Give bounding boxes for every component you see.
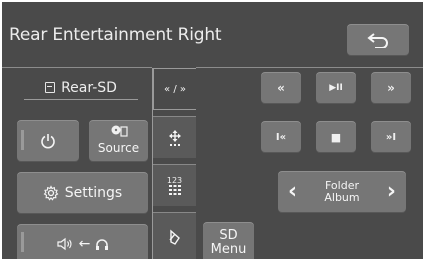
tab-skip-controls[interactable]: « / »: [153, 68, 196, 110]
power-indicator: [21, 130, 24, 150]
keypad-icon: [168, 184, 181, 195]
folder-album-selector: ‹ Folder Album ›: [278, 171, 406, 213]
fast-forward-button[interactable]: »: [371, 72, 411, 104]
sd-menu-label-line2: Menu: [210, 241, 247, 257]
rewind-icon: «: [277, 81, 285, 95]
disc-card-icon: [111, 125, 128, 137]
fast-forward-icon: »: [387, 81, 395, 95]
back-arrow-icon: [367, 33, 388, 48]
current-source-display: Rear-SD: [24, 76, 138, 100]
four-way-arrow-icon: [168, 129, 181, 146]
folder-album-label: Folder Album: [324, 180, 359, 204]
stop-button[interactable]: ■: [316, 121, 356, 153]
screen-title: Rear Entertainment Right: [9, 25, 222, 45]
play-pause-button[interactable]: ▶II: [316, 72, 356, 104]
gear-icon: [43, 185, 59, 201]
play-pause-icon: ▶II: [329, 83, 343, 93]
settings-label: Settings: [64, 185, 123, 201]
next-track-icon: »I: [385, 131, 397, 143]
sd-menu-label-line1: SD: [219, 227, 238, 243]
audio-route-indicator: [21, 232, 24, 252]
mode-tab-column: « / » 123: [152, 68, 196, 259]
tab-keypad[interactable]: 123: [153, 164, 196, 206]
folder-previous-button[interactable]: ‹: [288, 181, 297, 203]
folder-next-button[interactable]: ›: [387, 181, 396, 203]
power-button[interactable]: [17, 120, 79, 162]
tab-move[interactable]: [153, 116, 196, 158]
back-button[interactable]: [347, 24, 409, 56]
sd-menu-button[interactable]: SD Menu: [203, 222, 254, 259]
skip-tab-label: « / »: [164, 83, 186, 95]
speaker-icon: [57, 237, 72, 250]
rear-entertainment-screen: Rear Entertainment Right Rear-SD Source: [2, 2, 423, 259]
keypad-tab-label: 123: [166, 175, 183, 185]
previous-track-icon: I«: [275, 131, 287, 143]
header-divider: [2, 67, 152, 68]
audio-route-arrow: ←: [78, 235, 91, 252]
tab-touch-gesture[interactable]: [153, 212, 196, 259]
touch-pen-icon: [168, 229, 180, 245]
stop-icon: ■: [330, 130, 342, 144]
power-icon: [41, 134, 55, 149]
previous-track-button[interactable]: I«: [261, 121, 301, 153]
next-track-button[interactable]: »I: [371, 121, 411, 153]
header-divider-right: [196, 67, 423, 68]
sd-card-icon: [45, 82, 56, 93]
rewind-button[interactable]: «: [261, 72, 301, 104]
audio-route-button[interactable]: ←: [17, 224, 148, 259]
source-button-label: Source: [97, 141, 140, 155]
current-source-label: Rear-SD: [61, 79, 117, 96]
headphones-icon: [96, 238, 109, 250]
settings-button[interactable]: Settings: [17, 172, 148, 214]
source-button[interactable]: Source: [89, 120, 148, 162]
album-label: Album: [324, 191, 360, 204]
